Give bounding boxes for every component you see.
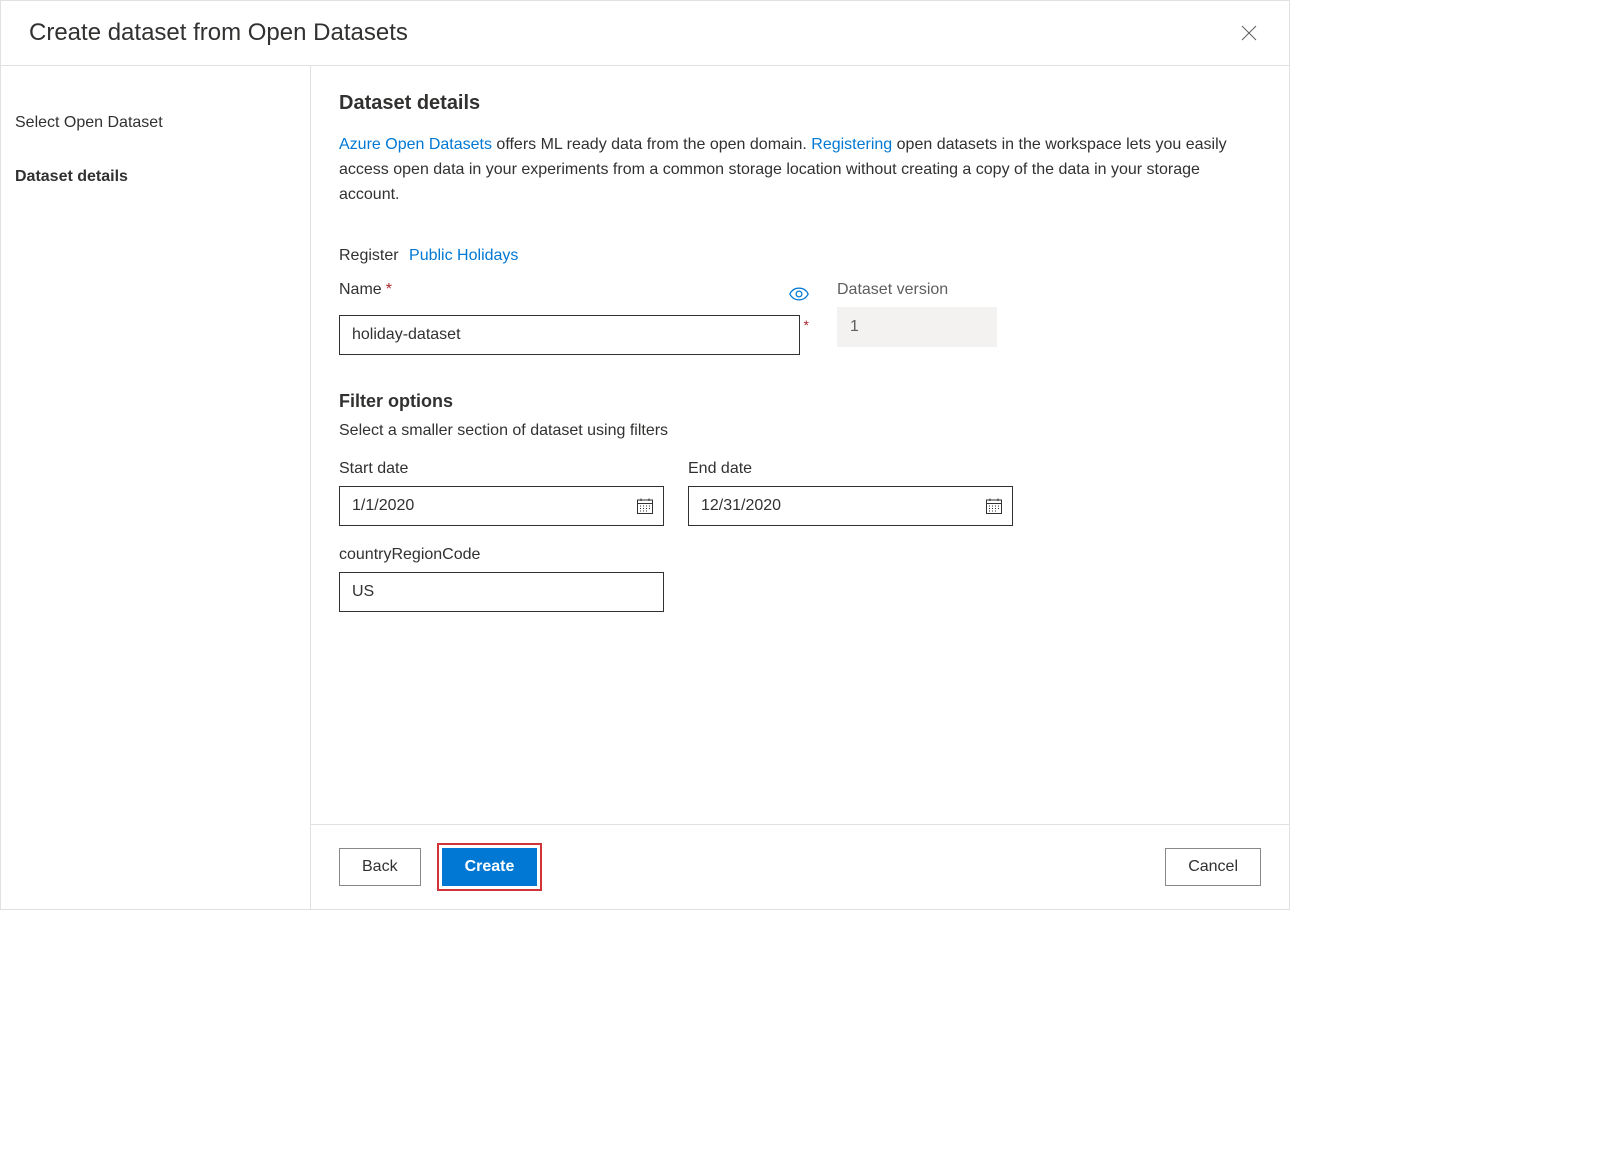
dialog-container: Create dataset from Open Datasets Select…: [0, 0, 1290, 910]
name-group: Name * *: [339, 281, 809, 355]
content-scroll: Dataset details Azure Open Datasets offe…: [311, 66, 1289, 824]
start-date-input[interactable]: [339, 486, 664, 526]
sidebar-item-dataset-details[interactable]: Dataset details: [1, 150, 310, 204]
intro-text-1: offers ML ready data from the open domai…: [492, 136, 811, 153]
start-date-label: Start date: [339, 460, 664, 478]
sidebar-item-select-dataset[interactable]: Select Open Dataset: [1, 96, 310, 150]
name-label-row: Name *: [339, 281, 809, 307]
close-button[interactable]: [1237, 21, 1261, 45]
registering-link[interactable]: Registering: [811, 136, 892, 153]
end-date-label: End date: [688, 460, 1013, 478]
required-indicator: *: [386, 281, 392, 299]
sidebar-item-label: Dataset details: [15, 168, 128, 185]
create-button[interactable]: Create: [442, 848, 538, 886]
cancel-button[interactable]: Cancel: [1165, 848, 1261, 886]
register-line: Register Public Holidays: [339, 247, 1261, 265]
sidebar-item-label: Select Open Dataset: [15, 114, 163, 131]
country-group: countryRegionCode: [339, 546, 1261, 612]
dialog-footer: Back Create Cancel: [311, 824, 1289, 909]
end-date-group: End date: [688, 460, 1013, 526]
footer-left: Back Create: [339, 843, 542, 891]
create-highlight: Create: [437, 843, 543, 891]
name-input-wrapper: *: [339, 315, 809, 355]
wizard-sidebar: Select Open Dataset Dataset details: [1, 66, 311, 909]
eye-icon: [789, 287, 809, 301]
dialog-header: Create dataset from Open Datasets: [1, 1, 1289, 66]
country-input[interactable]: [339, 572, 664, 612]
section-heading: Dataset details: [339, 92, 1261, 115]
country-label: countryRegionCode: [339, 546, 1261, 564]
version-group: Dataset version: [837, 281, 997, 347]
start-date-group: Start date: [339, 460, 664, 526]
version-input: [837, 307, 997, 347]
name-label: Name *: [339, 281, 392, 299]
register-label: Register: [339, 247, 399, 264]
end-date-input[interactable]: [688, 486, 1013, 526]
intro-description: Azure Open Datasets offers ML ready data…: [339, 133, 1261, 207]
filter-subtext: Select a smaller section of dataset usin…: [339, 422, 1261, 440]
date-row: Start date: [339, 460, 1261, 526]
main-content: Dataset details Azure Open Datasets offe…: [311, 66, 1289, 909]
dialog-title: Create dataset from Open Datasets: [29, 19, 408, 47]
close-icon: [1241, 25, 1257, 41]
preview-button[interactable]: [789, 287, 809, 301]
back-button[interactable]: Back: [339, 848, 421, 886]
name-version-row: Name * *: [339, 281, 1261, 355]
register-dataset-link[interactable]: Public Holidays: [409, 247, 518, 264]
dialog-body: Select Open Dataset Dataset details Data…: [1, 66, 1289, 909]
azure-open-datasets-link[interactable]: Azure Open Datasets: [339, 136, 492, 153]
version-label: Dataset version: [837, 281, 997, 299]
filter-heading: Filter options: [339, 391, 1261, 412]
start-date-wrapper: [339, 486, 664, 526]
name-input[interactable]: [339, 315, 800, 355]
end-date-wrapper: [688, 486, 1013, 526]
required-indicator-side: *: [804, 317, 809, 333]
